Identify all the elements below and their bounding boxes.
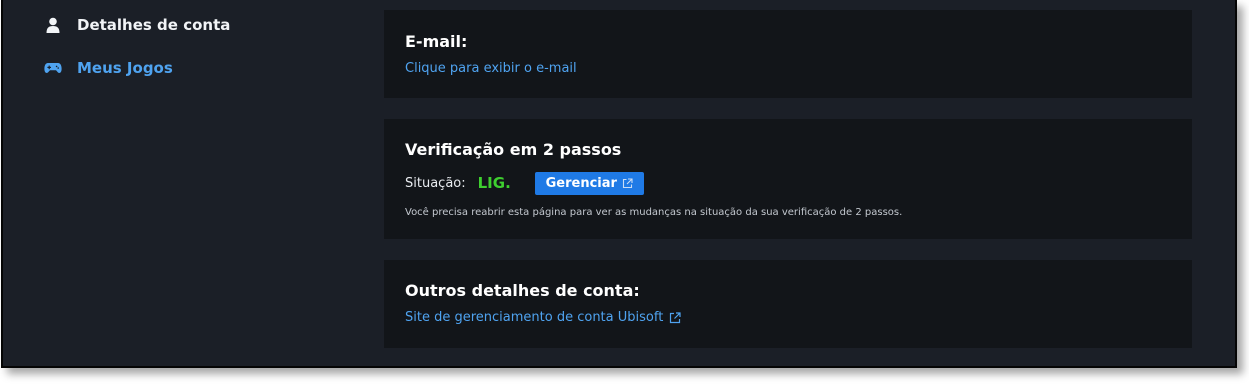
external-link-icon	[622, 177, 633, 189]
account-window: Detalhes de conta Meus Jogos E-mail: Cli…	[1, 0, 1237, 368]
other-details-title: Outros detalhes de conta:	[405, 281, 640, 300]
manage-button[interactable]: Gerenciar	[534, 171, 644, 195]
show-email-link-label: Clique para exibir o e-mail	[405, 61, 577, 76]
ubisoft-account-link[interactable]: Site de gerenciamento de conta Ubisoft	[405, 310, 681, 325]
ubisoft-account-link-label: Site de gerenciamento de conta Ubisoft	[405, 310, 664, 325]
manage-button-label: Gerenciar	[545, 175, 617, 191]
user-icon	[43, 15, 63, 35]
sidebar-item-my-games[interactable]: Meus Jogos	[43, 56, 173, 80]
sidebar-item-label: Detalhes de conta	[77, 16, 231, 34]
gamepad-icon	[43, 58, 63, 78]
email-title: E-mail:	[405, 32, 468, 51]
status-label: Situação:	[405, 175, 466, 191]
status-row: Situação: LIG. Gerenciar	[405, 171, 644, 195]
two-step-verification-card: Verificação em 2 passos Situação: LIG. G…	[384, 119, 1192, 239]
two-step-note: Você precisa reabrir esta página para ve…	[405, 207, 903, 218]
email-card: E-mail: Clique para exibir o e-mail	[384, 10, 1192, 98]
other-details-card: Outros detalhes de conta: Site de gerenc…	[384, 260, 1192, 348]
external-link-icon	[669, 311, 681, 324]
sidebar-item-account-details[interactable]: Detalhes de conta	[43, 13, 230, 37]
show-email-link[interactable]: Clique para exibir o e-mail	[405, 61, 577, 76]
sidebar-item-label: Meus Jogos	[77, 59, 173, 77]
status-badge: LIG.	[477, 174, 511, 192]
two-step-title: Verificação em 2 passos	[405, 140, 622, 159]
